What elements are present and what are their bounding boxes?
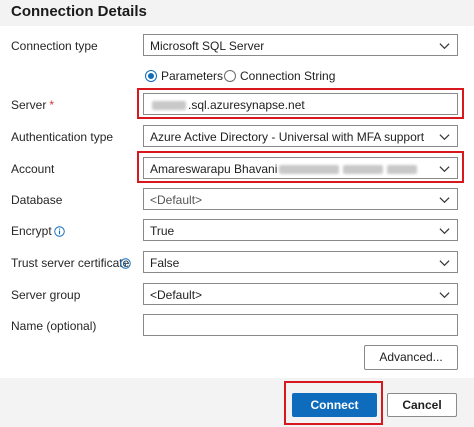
- title-bar: Connection Details: [0, 0, 474, 26]
- name-input[interactable]: [143, 314, 458, 336]
- connection-type-value: Microsoft SQL Server: [150, 39, 265, 53]
- info-icon[interactable]: [120, 258, 131, 269]
- trust-server-certificate-value: False: [150, 256, 180, 270]
- server-group-label: Server group: [11, 288, 81, 302]
- authentication-type-value: Azure Active Directory - Universal with …: [150, 130, 425, 144]
- chevron-down-icon: [439, 260, 450, 267]
- radio-unselected-indicator: [224, 70, 236, 82]
- authentication-type-label: Authentication type: [11, 130, 114, 144]
- chevron-down-icon: [439, 134, 450, 141]
- radio-selected-indicator: [145, 70, 157, 82]
- trust-server-certificate-select[interactable]: False: [143, 251, 458, 273]
- authentication-type-select[interactable]: Azure Active Directory - Universal with …: [143, 125, 458, 147]
- name-label: Name (optional): [11, 319, 97, 333]
- page-title: Connection Details: [11, 3, 147, 20]
- chevron-down-icon: [439, 228, 450, 235]
- encrypt-value: True: [150, 224, 175, 238]
- chevron-down-icon: [439, 43, 450, 50]
- connection-type-select[interactable]: Microsoft SQL Server: [143, 34, 458, 56]
- advanced-button[interactable]: Advanced...: [364, 345, 458, 370]
- database-value: <Default>: [150, 193, 203, 207]
- radio-connection-string[interactable]: Connection String: [224, 69, 335, 83]
- server-group-value: <Default>: [150, 288, 203, 302]
- server-highlight-box: [137, 88, 464, 119]
- radio-parameters-label: Parameters: [161, 69, 224, 83]
- cancel-button[interactable]: Cancel: [387, 393, 457, 417]
- required-marker: *: [49, 98, 55, 112]
- info-icon[interactable]: [54, 226, 65, 237]
- chevron-down-icon: [439, 197, 450, 204]
- connection-type-label: Connection type: [11, 39, 98, 53]
- server-label-text: Server: [11, 98, 47, 112]
- trust-server-certificate-label: Trust server certificate: [11, 256, 130, 270]
- server-label: Server *: [11, 98, 54, 112]
- radio-connection-string-label: Connection String: [240, 69, 336, 83]
- encrypt-select[interactable]: True: [143, 219, 458, 241]
- database-select[interactable]: <Default>: [143, 188, 458, 210]
- encrypt-label: Encrypt: [11, 224, 52, 238]
- account-highlight-box: [137, 151, 464, 183]
- server-group-select[interactable]: <Default>: [143, 283, 458, 305]
- connect-highlight-box: [284, 381, 383, 425]
- account-label: Account: [11, 162, 55, 176]
- chevron-down-icon: [439, 292, 450, 299]
- database-label: Database: [11, 193, 63, 207]
- radio-parameters[interactable]: Parameters: [145, 69, 223, 83]
